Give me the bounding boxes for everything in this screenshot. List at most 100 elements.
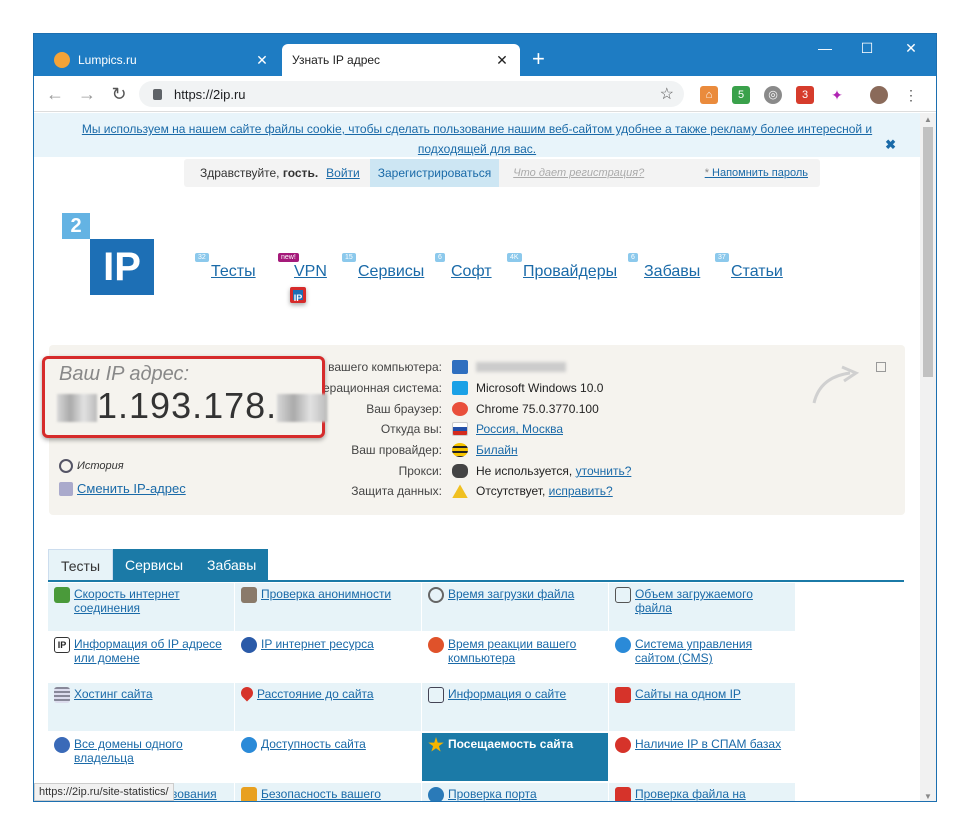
tab-fun[interactable]: Забавы	[195, 549, 269, 581]
cookie-text-link[interactable]: Мы используем на нашем сайте файлы cooki…	[82, 122, 872, 156]
service-link[interactable]: Система управления сайтом (CMS)	[635, 637, 789, 681]
service-link[interactable]: Информация об IP адресе или домене	[74, 637, 228, 681]
remind-password-label: Напомнить пароль	[712, 167, 808, 179]
pin-extension-icon[interactable]: ✦	[828, 86, 846, 104]
provider-link[interactable]: Билайн	[476, 443, 518, 457]
nav-count-badge: 37	[715, 253, 729, 262]
service-link[interactable]: Время реакции вашего компьютера	[448, 637, 602, 681]
proxy-clarify-link[interactable]: уточнить?	[576, 464, 632, 478]
tab-lumpics[interactable]: Lumpics.ru ✕	[44, 44, 280, 76]
tab-close-icon[interactable]: ✕	[254, 52, 270, 69]
service-ip-info[interactable]: IP Информация об IP адресе или домене	[48, 633, 234, 681]
vertical-scrollbar[interactable]: ▲ ▼	[920, 113, 936, 801]
service-link[interactable]: Объем загружаемого файла	[635, 587, 789, 631]
menu-dots-icon[interactable]: ⋮	[902, 86, 920, 104]
scroll-thumb[interactable]	[923, 127, 933, 377]
tab-services[interactable]: Сервисы	[113, 549, 196, 581]
service-link[interactable]: Проверка порта	[448, 787, 537, 801]
tab-close-icon[interactable]: ✕	[494, 52, 510, 69]
forward-arrow-icon[interactable]: →	[76, 84, 98, 104]
service-traffic[interactable]: Посещаемость сайта	[422, 733, 608, 781]
service-link[interactable]: Доступность сайта	[261, 737, 366, 781]
maximize-button[interactable]: ☐	[852, 40, 882, 57]
globe-extension-icon[interactable]: ◎	[764, 86, 782, 104]
service-cms[interactable]: Система управления сайтом (CMS)	[609, 633, 795, 681]
service-same-ip[interactable]: Сайты на одном IP	[609, 683, 795, 731]
history-link[interactable]: История	[59, 459, 124, 473]
service-speed[interactable]: Скорость интернет соединения	[48, 583, 234, 631]
tab-2ip[interactable]: IP Узнать IP адрес ✕	[282, 44, 520, 303]
reload-icon[interactable]: ↻	[108, 84, 130, 104]
address-bar[interactable]: https://2ip.ru ☆	[139, 81, 684, 107]
service-hosting[interactable]: Хостинг сайта	[48, 683, 234, 731]
tab-tests[interactable]: Тесты	[48, 549, 114, 581]
nav-label[interactable]: Тесты	[211, 263, 256, 280]
mail-badge: 3	[801, 89, 809, 101]
nav-label[interactable]: Забавы	[644, 263, 700, 280]
mail-extension-icon[interactable]: 3	[796, 86, 814, 104]
service-anonymity[interactable]: Проверка анонимности	[235, 583, 421, 631]
nav-soft[interactable]: 6 Софт	[435, 253, 492, 281]
close-window-button[interactable]: ✕	[896, 40, 926, 57]
nav-label[interactable]: Софт	[451, 263, 492, 280]
nav-label[interactable]: VPN	[294, 263, 327, 280]
logo-ip: IP	[90, 239, 154, 295]
change-ip-link[interactable]: Сменить IP-адрес	[59, 481, 186, 496]
nav-label[interactable]: Статьи	[731, 263, 783, 280]
nav-services[interactable]: 15 Сервисы	[342, 253, 424, 281]
service-port-check[interactable]: Проверка порта	[422, 783, 608, 801]
service-distance[interactable]: Расстояние до сайта	[235, 683, 421, 731]
why-register-link[interactable]: Что дает регистрация?	[513, 167, 644, 179]
nav-fun[interactable]: 6 Забавы	[628, 253, 700, 281]
back-arrow-icon[interactable]: ←	[44, 84, 66, 104]
service-link[interactable]: Все домены одного владельца	[74, 737, 228, 781]
ip-globe-icon	[241, 637, 257, 653]
home-extension-icon[interactable]: ⌂	[700, 86, 718, 104]
login-link[interactable]: Войти	[326, 166, 360, 180]
service-link[interactable]: Посещаемость сайта	[448, 737, 573, 781]
service-virus-check[interactable]: Проверка файла на вирусы	[609, 783, 795, 801]
service-ip-resource[interactable]: IP интернет ресурса	[235, 633, 421, 681]
url-text[interactable]: https://2ip.ru	[174, 87, 660, 102]
service-link[interactable]: Время загрузки файла	[448, 587, 574, 631]
nav-providers[interactable]: 4K Провайдеры	[507, 253, 617, 281]
service-link[interactable]: Скорость интернет соединения	[74, 587, 228, 631]
site-logo[interactable]: 2 IP	[62, 213, 154, 297]
service-download-time[interactable]: Время загрузки файла	[422, 583, 608, 631]
service-spam[interactable]: Наличие IP в СПАМ базах	[609, 733, 795, 781]
service-file-size[interactable]: Объем загружаемого файла	[609, 583, 795, 631]
service-link[interactable]: IP интернет ресурса	[261, 637, 374, 681]
service-availability[interactable]: Доступность сайта	[235, 733, 421, 781]
shield-extension-icon[interactable]: 5	[732, 86, 750, 104]
service-domains-owner[interactable]: Все домены одного владельца	[48, 733, 234, 781]
bookmark-star-icon[interactable]: ☆	[660, 84, 674, 104]
service-link[interactable]: Расстояние до сайта	[257, 687, 374, 731]
panel-toggle-icon[interactable]	[876, 362, 886, 372]
service-link[interactable]: Сайты на одном IP	[635, 687, 741, 731]
remind-password-link[interactable]: * Напомнить пароль	[705, 167, 808, 179]
protection-fix-link[interactable]: исправить?	[549, 484, 613, 498]
nav-label[interactable]: Сервисы	[358, 263, 424, 280]
cookie-close-icon[interactable]: ✖	[885, 135, 896, 155]
new-tab-button[interactable]: +	[532, 48, 545, 70]
ip-address[interactable]: 1.193.178.	[57, 385, 328, 427]
service-site-info[interactable]: Информация о сайте	[422, 683, 608, 731]
register-button[interactable]: Зарегистрироваться	[369, 159, 500, 187]
service-link[interactable]: Наличие IP в СПАМ базах	[635, 737, 781, 781]
nav-label[interactable]: Провайдеры	[523, 263, 617, 280]
scroll-up-icon[interactable]: ▲	[924, 115, 932, 124]
service-link[interactable]: Информация о сайте	[448, 687, 566, 731]
profile-avatar[interactable]	[870, 86, 888, 104]
nav-articles[interactable]: 37 Статьи	[715, 253, 783, 281]
location-link[interactable]: Россия, Москва	[476, 422, 563, 436]
service-reaction-time[interactable]: Время реакции вашего компьютера	[422, 633, 608, 681]
service-security[interactable]: Безопасность вашего компьютера	[235, 783, 421, 801]
service-link[interactable]: Проверка анонимности	[261, 587, 391, 631]
service-link[interactable]: Проверка файла на вирусы	[635, 787, 789, 801]
nav-vpn[interactable]: new! VPN	[278, 253, 327, 281]
minimize-button[interactable]: —	[810, 40, 840, 56]
service-link[interactable]: Безопасность вашего компьютера	[261, 787, 415, 801]
nav-tests[interactable]: 32 Тесты	[195, 253, 256, 281]
scroll-down-icon[interactable]: ▼	[924, 792, 932, 801]
service-link[interactable]: Хостинг сайта	[74, 687, 153, 731]
